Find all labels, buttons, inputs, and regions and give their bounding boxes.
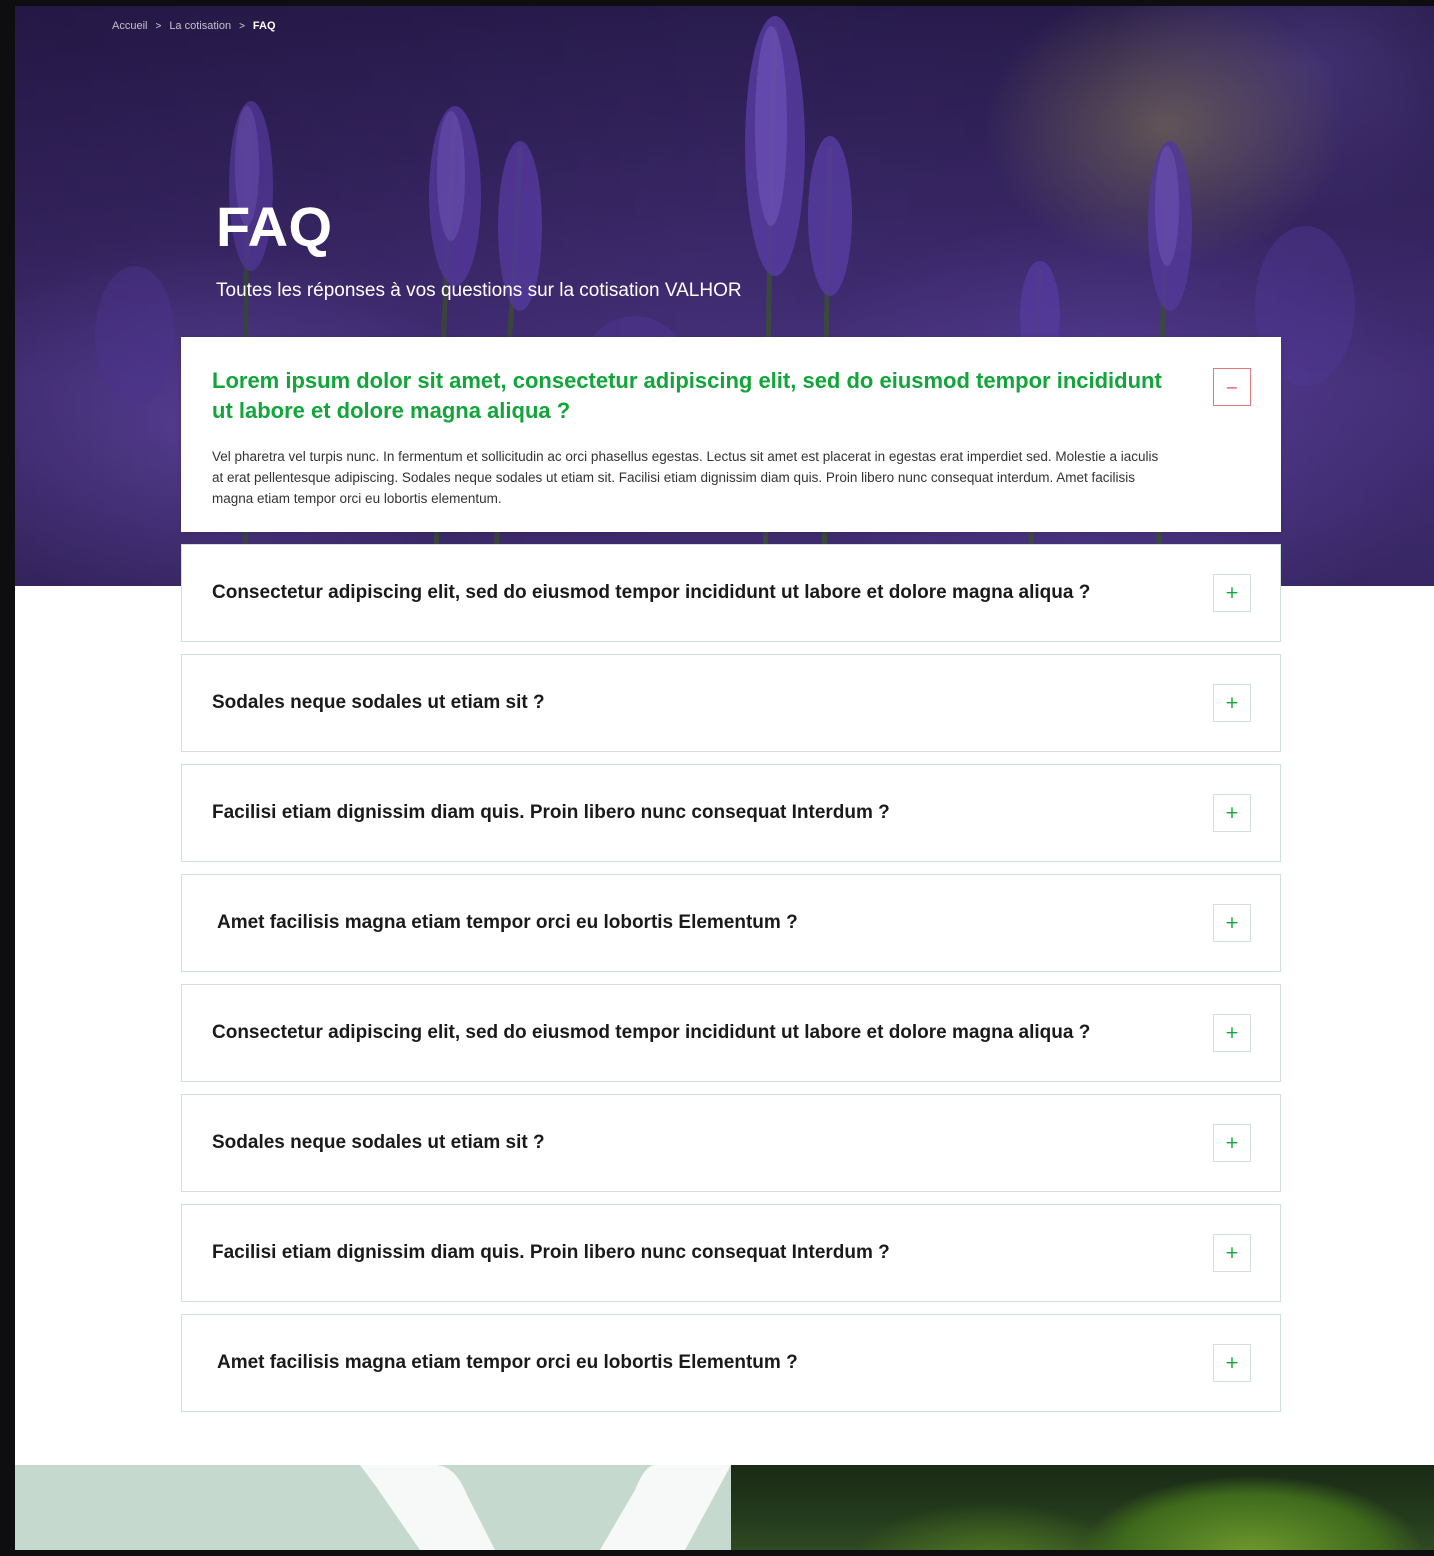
brand-shape-panel	[15, 1465, 731, 1550]
faq-question[interactable]: Lorem ipsum dolor sit amet, consectetur …	[212, 366, 1172, 426]
plus-icon[interactable]: +	[1213, 1344, 1251, 1382]
faq-item[interactable]: Amet facilisis magna etiam tempor orci e…	[181, 1314, 1281, 1412]
faq-item[interactable]: Consectetur adipiscing elit, sed do eius…	[181, 544, 1281, 642]
faq-item[interactable]: Facilisi etiam dignissim diam quis. Proi…	[181, 764, 1281, 862]
page: Accueil > La cotisation > FAQ FAQ Toutes…	[15, 6, 1434, 1550]
plus-icon[interactable]: +	[1213, 794, 1251, 832]
plus-icon[interactable]: +	[1213, 684, 1251, 722]
plus-icon[interactable]: +	[1213, 1014, 1251, 1052]
breadcrumb-current: FAQ	[252, 20, 276, 32]
plus-icon[interactable]: +	[1213, 1234, 1251, 1272]
breadcrumb-separator-icon: >	[155, 20, 162, 32]
plus-icon[interactable]: +	[1213, 904, 1251, 942]
plus-icon[interactable]: +	[1213, 574, 1251, 612]
garden-image	[731, 1465, 1434, 1550]
breadcrumb-item-home[interactable]: Accueil	[112, 20, 147, 32]
page-title: FAQ	[216, 195, 333, 258]
breadcrumb: Accueil > La cotisation > FAQ	[112, 20, 276, 32]
faq-item[interactable]: Amet facilisis magna etiam tempor orci e…	[181, 874, 1281, 972]
faq-item-expanded[interactable]: Lorem ipsum dolor sit amet, consectetur …	[181, 337, 1281, 532]
page-subtitle: Toutes les réponses à vos questions sur …	[216, 280, 742, 301]
faq-item[interactable]: Consectetur adipiscing elit, sed do eius…	[181, 984, 1281, 1082]
faq-question[interactable]: Facilisi etiam dignissim diam quis. Proi…	[212, 1242, 1202, 1264]
faq-question[interactable]: Consectetur adipiscing elit, sed do eius…	[212, 1022, 1202, 1044]
faq-question[interactable]: Amet facilisis magna etiam tempor orci e…	[217, 1352, 1207, 1374]
faq-item[interactable]: Sodales neque sodales ut etiam sit ? +	[181, 1094, 1281, 1192]
faq-answer: Vel pharetra vel turpis nunc. In ferment…	[212, 449, 1159, 506]
minus-icon[interactable]: −	[1213, 368, 1251, 406]
footer-banner	[15, 1465, 1434, 1550]
faq-question[interactable]: Amet facilisis magna etiam tempor orci e…	[217, 912, 1207, 934]
faq-question[interactable]: Sodales neque sodales ut etiam sit ?	[212, 692, 1202, 714]
faq-question[interactable]: Facilisi etiam dignissim diam quis. Proi…	[212, 802, 1202, 824]
brand-logo-shape	[360, 1465, 731, 1550]
faq-question[interactable]: Consectetur adipiscing elit, sed do eius…	[212, 582, 1202, 604]
faq-question[interactable]: Sodales neque sodales ut etiam sit ?	[212, 1132, 1202, 1154]
faq-item[interactable]: Facilisi etiam dignissim diam quis. Proi…	[181, 1204, 1281, 1302]
breadcrumb-separator-icon: >	[239, 20, 245, 32]
faq-item[interactable]: Sodales neque sodales ut etiam sit ? +	[181, 654, 1281, 752]
faq-list: Lorem ipsum dolor sit amet, consectetur …	[181, 337, 1281, 1424]
breadcrumb-item-cotisation[interactable]: La cotisation	[169, 20, 231, 32]
plus-icon[interactable]: +	[1213, 1124, 1251, 1162]
